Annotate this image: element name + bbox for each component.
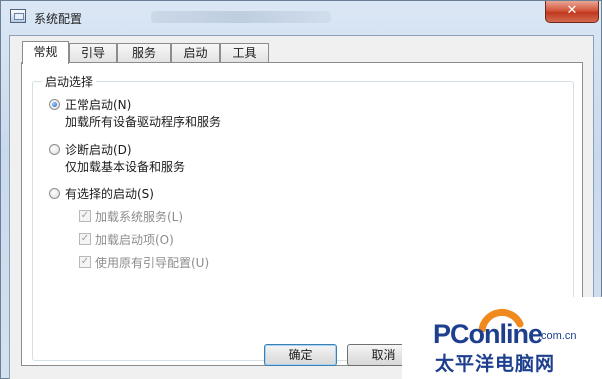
logo-cn-name: 太平洋电脑网 xyxy=(435,353,556,375)
diagnostic-startup-desc: 仅加载基本设备和服务 xyxy=(65,160,186,174)
radio-selective-startup[interactable] xyxy=(49,188,60,199)
close-button[interactable]: ✕ xyxy=(545,1,599,23)
normal-startup-desc: 加载所有设备驱动程序和服务 xyxy=(65,115,222,129)
tab-general[interactable]: 常规 xyxy=(22,41,69,64)
load-startup-items-label[interactable]: 加载启动项(O) xyxy=(95,231,174,248)
checkbox-load-startup-items[interactable]: ✓ xyxy=(79,233,91,245)
tab-boot[interactable]: 引导 xyxy=(69,43,117,62)
tab-startup[interactable]: 启动 xyxy=(171,43,220,62)
logo-domain: .com.cn xyxy=(538,330,577,342)
pconline-watermark: PConline .com.cn 太平洋电脑网 xyxy=(402,297,602,379)
radio-normal-startup[interactable] xyxy=(49,99,60,110)
window-title: 系统配置 xyxy=(34,12,83,26)
diagnostic-startup-label[interactable]: 诊断启动(D) xyxy=(65,141,132,158)
group-caption: 启动选择 xyxy=(42,73,97,90)
normal-startup-label[interactable]: 正常启动(N) xyxy=(65,96,131,113)
radio-diagnostic-startup[interactable] xyxy=(49,144,60,155)
close-icon: ✕ xyxy=(566,3,578,18)
tab-tools[interactable]: 工具 xyxy=(220,43,269,62)
load-system-services-label[interactable]: 加载系统服务(L) xyxy=(95,208,183,225)
use-original-boot-label[interactable]: 使用原有引导配置(U) xyxy=(95,254,209,271)
title-bar[interactable]: 系统配置 ✕ xyxy=(1,1,601,35)
app-icon xyxy=(10,9,26,23)
logo-brand: PConline xyxy=(433,319,543,349)
selective-startup-label[interactable]: 有选择的启动(S) xyxy=(65,185,154,202)
checkbox-use-original-boot[interactable]: ✓ xyxy=(79,256,91,268)
tab-services[interactable]: 服务 xyxy=(117,43,171,62)
checkbox-load-system-services[interactable]: ✓ xyxy=(79,210,91,222)
ok-button[interactable]: 确定 xyxy=(264,344,337,366)
blurred-title-path xyxy=(151,11,331,23)
